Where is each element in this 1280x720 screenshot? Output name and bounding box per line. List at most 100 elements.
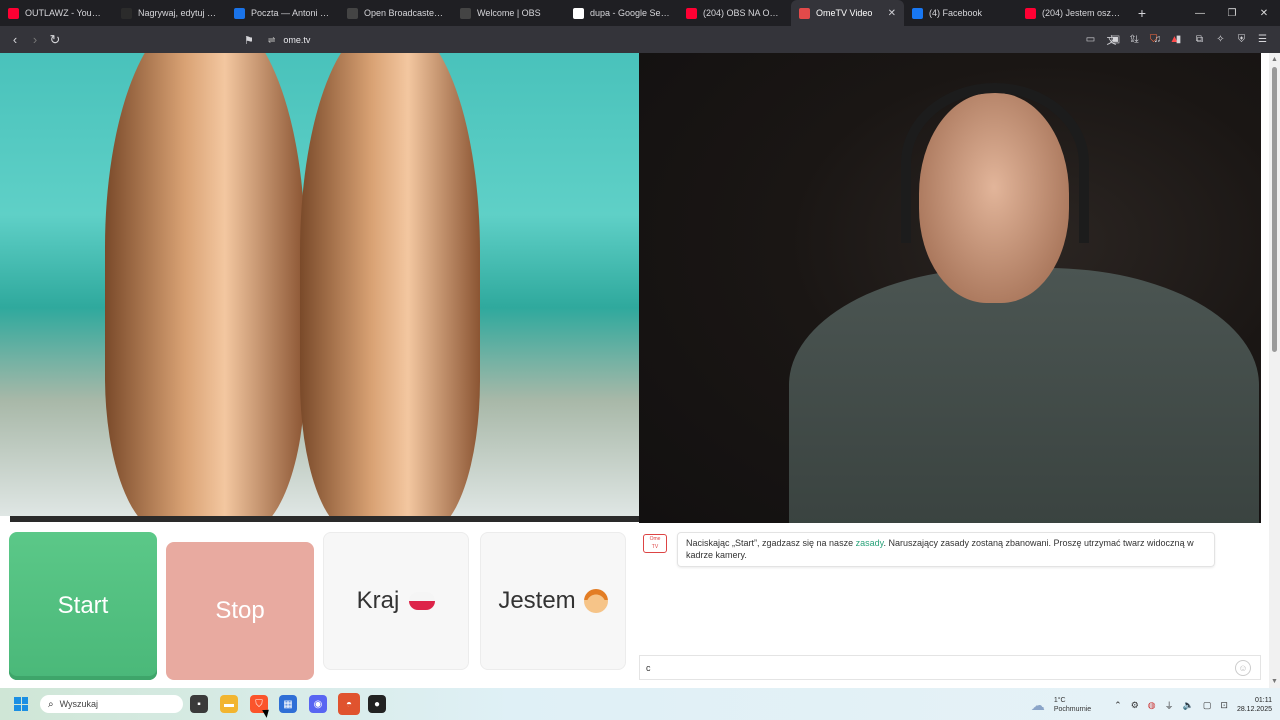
back-icon[interactable]: ‹ [5, 30, 25, 50]
scroll-up-icon[interactable]: ▲ [1271, 56, 1278, 63]
chevron-up-icon[interactable]: ⌃ [1114, 700, 1122, 711]
tab-title: Nagrywaj, edytuj i udo [138, 8, 218, 18]
start-label: Start [57, 592, 109, 619]
google-icon [573, 7, 584, 19]
menu-icon[interactable]: ☰ [1253, 29, 1272, 49]
weather-widget[interactable]: 1°C Pochmurnie [1054, 696, 1091, 714]
tray-red-icon[interactable]: ◍ [1148, 700, 1156, 711]
search-placeholder: Wyszukaj [59, 699, 99, 709]
scrollbar-thumb[interactable] [1272, 67, 1277, 352]
obs-icon [347, 7, 358, 19]
boy-emoji-icon [583, 589, 608, 613]
display-icon[interactable]: ▢ [1203, 700, 1212, 711]
tab-title: Poczta — Antoni Żrałk [251, 8, 331, 18]
system-message: Naciskając „Start”, zgadzasz się na nasz… [677, 532, 1215, 567]
logo-text-2: TV [651, 544, 659, 550]
m-icon [121, 7, 132, 19]
vpn-icon[interactable]: ⛨ [1232, 29, 1251, 49]
stop-label: Stop [215, 597, 265, 624]
tab-title: (204) Jestem oszustem [1042, 8, 1122, 18]
tab-title: OUTLAWZ - YouTube [25, 8, 105, 18]
taskbar-search[interactable]: ⌕ Wyszukaj [40, 695, 183, 713]
youtube-icon [686, 7, 697, 19]
browser-tab[interactable]: OUTLAWZ - YouTube [0, 0, 113, 26]
close-window-button[interactable]: ✕ [1248, 0, 1280, 26]
rules-link[interactable]: zasady [856, 538, 884, 548]
emoji-icon[interactable]: ☺ [1235, 660, 1251, 676]
extensions-icon[interactable]: ⧉ [1190, 29, 1209, 49]
discord-icon[interactable]: ◉ [309, 695, 327, 713]
browser-tab[interactable]: Open Broadcaster Soft [339, 0, 452, 26]
browser-tab[interactable]: dupa - Google Search [565, 0, 678, 26]
message-text-start: Naciskając „Start”, zgadzasz się na nasz… [686, 538, 856, 548]
forward-icon[interactable]: › [25, 30, 45, 50]
browser-tab[interactable]: Poczta — Antoni Żrałk [226, 0, 339, 26]
usb-icon[interactable]: ⏚ [1165, 699, 1174, 712]
poland-flag-icon [409, 592, 436, 610]
clock-date: 28.12.2025 [1236, 706, 1272, 713]
self-camera-video [639, 53, 1261, 523]
tab-title: OmeTV Video [816, 8, 873, 18]
close-tab-icon[interactable]: ✕ [888, 8, 896, 19]
browser-tab[interactable]: (4) Facebook [904, 0, 1017, 26]
bookmark-icon[interactable]: ⚑ [244, 34, 254, 47]
screen-icon[interactable]: ▭ [1081, 29, 1100, 49]
minimize-button[interactable]: — [1184, 0, 1216, 26]
sidebar-icon[interactable]: ▮ [1169, 29, 1188, 49]
leo-ai-icon[interactable]: ✧ [1211, 29, 1230, 49]
search-icon: ⌕ [48, 698, 54, 710]
mail-icon [234, 7, 245, 19]
weather-desc: Pochmurnie [1053, 706, 1092, 713]
reload-icon[interactable]: ↻ [45, 30, 65, 50]
facebook-icon [912, 7, 923, 19]
headphones-shape [901, 83, 1089, 243]
ometv-logo-icon: Ome TV [643, 534, 667, 553]
country-button[interactable]: Kraj [323, 532, 469, 670]
country-label: Kraj [356, 587, 400, 614]
wallet-icon[interactable]: ▣ [1106, 29, 1125, 49]
chat-input[interactable]: c [639, 655, 1261, 680]
media-icon[interactable]: ♫ [1148, 29, 1167, 49]
app-icon[interactable]: ◓ [338, 693, 360, 715]
file-explorer-icon[interactable]: ▬ [220, 695, 238, 713]
chat-panel: Ome TV Naciskając „Start”, zgadzasz się … [639, 523, 1261, 683]
tab-title: Open Broadcaster Soft [364, 8, 444, 18]
tab-title: (204) OBS NA OME I D [703, 8, 783, 18]
new-tab-button[interactable]: + [1130, 5, 1154, 21]
download-icon[interactable]: ⤓ [1127, 29, 1146, 49]
browser-tab[interactable]: OmeTV Video ✕ [791, 0, 904, 26]
youtube-icon [1025, 7, 1036, 19]
tab-title: dupa - Google Search [590, 8, 670, 18]
tab-title: Welcome | OBS [477, 8, 541, 18]
browser-tabstrip: OUTLAWZ - YouTube Nagrywaj, edytuj i udo P… [0, 0, 1280, 26]
gender-button[interactable]: Jestem [480, 532, 626, 670]
youtube-icon [8, 7, 19, 19]
volume-icon[interactable]: 🔈 [1183, 700, 1194, 711]
stop-button[interactable]: Stop [166, 542, 314, 680]
maximize-button[interactable]: ❐ [1216, 0, 1248, 26]
scroll-down-icon[interactable]: ▼ [1271, 678, 1278, 685]
weather-temp: 1°C [1053, 697, 1066, 704]
tray-app-icon[interactable]: ⚙ [1131, 700, 1139, 711]
network-icon[interactable]: ⊡ [1220, 700, 1228, 711]
page-scrollbar[interactable]: ▲ ▼ [1269, 53, 1280, 688]
video-bottom-bar [10, 516, 639, 522]
stranger-video [0, 53, 639, 516]
browser-tab[interactable]: (204) Jestem oszustem [1017, 0, 1130, 26]
windows-start-icon[interactable] [14, 697, 28, 711]
logo-text-1: Ome [649, 536, 661, 542]
taskbar-clock[interactable]: 01:11 28.12.2025 [1237, 696, 1272, 714]
url-text[interactable]: ome.tv [283, 35, 310, 45]
system-tray: ☁ 1°C Pochmurnie ⌃ ⚙ ◍ ⏚ 🔈 ▢ ⊡ 01:11 28.… [1031, 692, 1272, 718]
browser-tab[interactable]: Welcome | OBS [452, 0, 565, 26]
task-view-icon[interactable]: ▪ [190, 695, 208, 713]
browser-tab[interactable]: Nagrywaj, edytuj i udo [113, 0, 226, 26]
browser-tab[interactable]: (204) OBS NA OME I D [678, 0, 791, 26]
video-figure-right [300, 53, 480, 516]
start-button[interactable]: Start [9, 532, 157, 680]
ometv-icon [799, 7, 810, 19]
store-icon[interactable]: ▦ [279, 695, 297, 713]
site-info-icon[interactable]: ⇌ [268, 35, 276, 46]
obs-taskbar-icon[interactable]: ● [368, 695, 386, 713]
window-controls: — ❐ ✕ [1184, 0, 1280, 26]
